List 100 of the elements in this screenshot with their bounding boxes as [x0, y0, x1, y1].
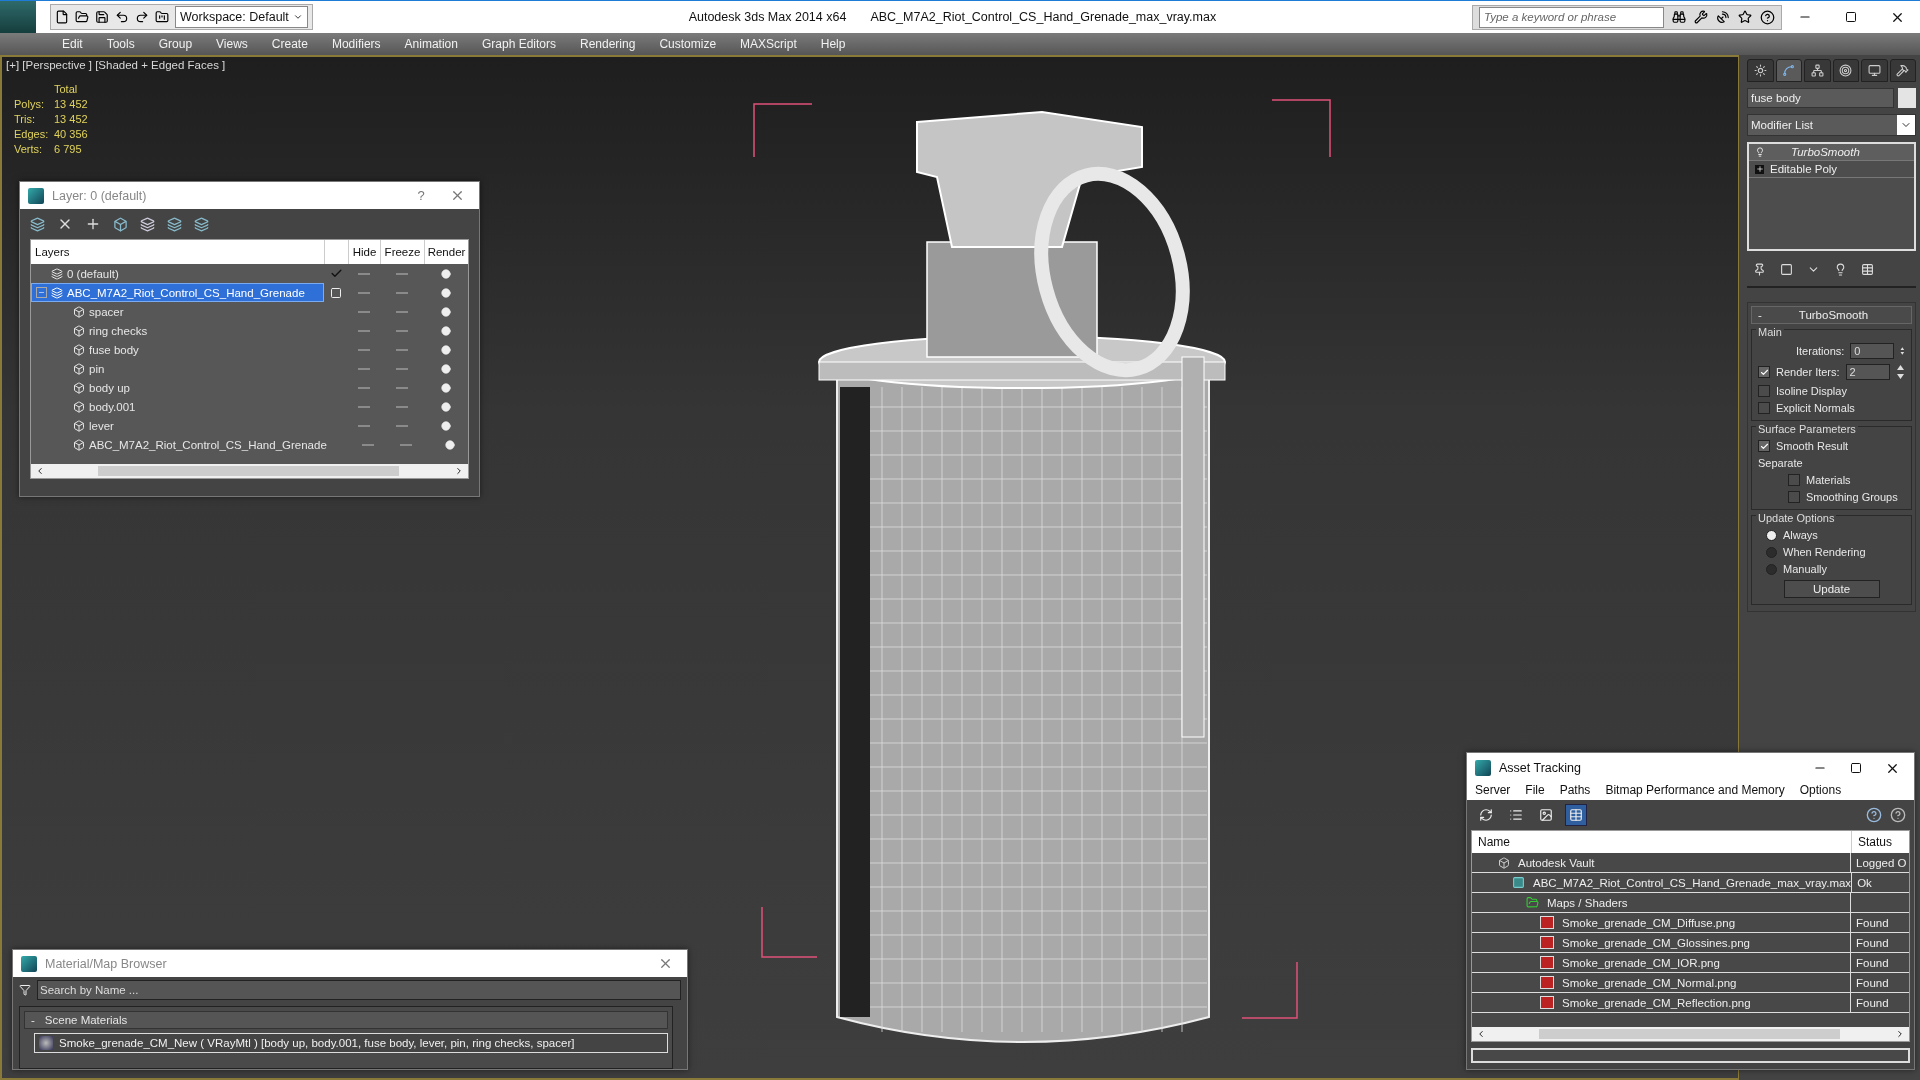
spinner-arrows-icon[interactable] — [1895, 364, 1905, 380]
menu-item[interactable]: Animation — [392, 37, 470, 51]
asset-name[interactable]: Smoke_grenade_CM_Normal.png — [1557, 976, 1737, 989]
menu-item[interactable]: Graph Editors — [469, 37, 568, 51]
freeze-toggle-icon[interactable] — [396, 367, 408, 370]
object-name-field[interactable]: fuse body — [1747, 88, 1894, 108]
menu-item[interactable]: Server — [1475, 783, 1511, 797]
layer-tree-item[interactable]: fuse body — [31, 340, 324, 359]
freeze-toggle-icon[interactable] — [396, 329, 408, 332]
layer-tree-item[interactable]: 0 (default) — [31, 264, 324, 283]
asset-name[interactable]: Smoke_grenade_CM_Diffuse.png — [1557, 916, 1736, 929]
asset-name[interactable]: Autodesk Vault — [1513, 856, 1595, 869]
layer-tree-item[interactable]: lever — [31, 416, 324, 435]
layer-tree-item[interactable]: spacer — [31, 302, 324, 321]
freeze-toggle-icon[interactable] — [396, 272, 408, 275]
freeze-toggle-icon[interactable] — [399, 443, 412, 446]
table-view-button[interactable] — [1565, 804, 1587, 826]
collapse-icon[interactable] — [36, 287, 47, 298]
help-button[interactable]: ? — [407, 184, 435, 207]
asset-name[interactable]: Maps / Shaders — [1542, 896, 1628, 909]
sun-icon — [1753, 64, 1767, 77]
menu-item[interactable]: Create — [259, 37, 320, 51]
rollout-header[interactable]: - TurboSmooth — [1751, 306, 1912, 324]
hide-toggle-icon[interactable] — [358, 386, 370, 389]
hide-toggle-icon[interactable] — [358, 291, 370, 294]
workspace-dropdown[interactable]: Workspace: Default — [175, 6, 308, 28]
menu-item[interactable]: MAXScript — [728, 37, 809, 51]
menu-item[interactable]: Views — [204, 37, 260, 51]
freeze-toggle-icon[interactable] — [396, 310, 408, 313]
material-item[interactable]: Smoke_grenade_CM_New ( VRayMtl ) [body up, body.001, fuse body, lever, pin, ring checks, spacer] — [34, 1033, 668, 1053]
search-field[interactable]: Type a keyword or phrase — [1479, 6, 1664, 28]
hide-toggle-icon[interactable] — [358, 310, 370, 313]
checkbox[interactable] — [1758, 385, 1770, 397]
asset-name[interactable]: Smoke_grenade_CM_IOR.png — [1557, 956, 1720, 969]
menu-item[interactable]: File — [1525, 783, 1545, 797]
layer-tree-item[interactable]: ring checks — [31, 321, 324, 340]
select-layer-icon — [140, 216, 155, 232]
column-header[interactable]: Hide — [348, 240, 380, 264]
menu-item[interactable]: Group — [146, 37, 205, 51]
column-header[interactable]: Render — [424, 240, 468, 264]
checkbox[interactable] — [1758, 440, 1770, 452]
checkbox[interactable] — [1788, 491, 1800, 503]
menu-item[interactable]: Edit — [50, 37, 95, 51]
app-logo[interactable] — [0, 0, 36, 34]
modifier-list-dropdown[interactable]: Modifier List — [1747, 114, 1916, 136]
horizontal-scrollbar[interactable] — [31, 464, 468, 478]
column-header[interactable]: Status — [1851, 831, 1909, 853]
radio-button[interactable] — [1766, 563, 1777, 575]
checkbox[interactable] — [1788, 474, 1800, 486]
update-button[interactable]: Update — [1783, 580, 1880, 598]
checkbox[interactable] — [1758, 402, 1770, 414]
hide-toggle-icon[interactable] — [358, 424, 370, 427]
modifier-stack-item[interactable]: TurboSmooth — [1749, 144, 1914, 161]
menu-item[interactable]: Rendering — [568, 37, 648, 51]
menu-item[interactable]: Options — [1799, 783, 1842, 797]
menu-item[interactable]: Customize — [647, 37, 729, 51]
column-header[interactable]: Freeze — [380, 240, 424, 264]
layer-tree-item[interactable]: ABC_M7A2_Riot_Control_CS_Hand_Grenade — [31, 283, 324, 302]
command-panel-tab[interactable] — [1889, 59, 1916, 82]
iterations-spinner[interactable]: 0 — [1850, 343, 1895, 359]
layer-tree-item[interactable]: body up — [31, 378, 324, 397]
freeze-toggle-icon[interactable] — [396, 424, 408, 427]
command-panel-tab[interactable] — [1804, 59, 1831, 82]
freeze-toggle-icon[interactable] — [396, 348, 408, 351]
hide-toggle-icon[interactable] — [361, 443, 374, 446]
command-panel-tab[interactable] — [1832, 59, 1859, 82]
modifier-stack-item[interactable]: Editable Poly — [1749, 161, 1914, 178]
hide-toggle-icon[interactable] — [358, 367, 370, 370]
hide-toggle-icon[interactable] — [358, 329, 370, 332]
render-iters-spinner[interactable]: 2 — [1845, 364, 1890, 380]
hide-toggle-icon[interactable] — [358, 348, 370, 351]
empty-square-icon[interactable] — [330, 286, 342, 299]
freeze-toggle-icon[interactable] — [396, 386, 408, 389]
menu-item[interactable]: Help — [808, 37, 858, 51]
command-panel-tab[interactable] — [1861, 59, 1888, 82]
command-panel-tab[interactable] — [1775, 59, 1802, 82]
column-header[interactable]: Layers — [31, 240, 324, 264]
freeze-toggle-icon[interactable] — [396, 405, 408, 408]
expand-icon[interactable] — [1755, 164, 1764, 174]
horizontal-scrollbar[interactable] — [1472, 1027, 1909, 1041]
command-panel-tab[interactable] — [1747, 59, 1774, 82]
viewport-label[interactable]: [+] [Perspective ] [Shaded + Edged Faces ] — [2, 57, 230, 73]
menu-item[interactable]: Paths — [1559, 783, 1591, 797]
radio-button[interactable] — [1766, 529, 1777, 541]
freeze-toggle-icon[interactable] — [396, 291, 408, 294]
hide-toggle-icon[interactable] — [358, 405, 370, 408]
menu-item[interactable]: Modifiers — [319, 37, 393, 51]
object-color-swatch[interactable] — [1898, 88, 1916, 108]
checkbox[interactable] — [1758, 366, 1770, 378]
search-field[interactable]: Search by Name ... — [37, 980, 681, 1000]
hide-toggle-icon[interactable] — [358, 272, 370, 275]
app-title: Autodesk 3ds Max 2014 x64 — [688, 10, 847, 24]
material-group-header[interactable]: - Scene Materials — [24, 1011, 668, 1029]
layer-tree-item[interactable]: ABC_M7A2_Riot_Control_CS_Hand_Grenade — [31, 435, 328, 454]
menu-item[interactable]: Tools — [94, 37, 147, 51]
stat-label: Polys: — [14, 98, 45, 110]
layer-tree-item[interactable]: pin — [31, 359, 324, 378]
layer-tree-item[interactable]: body.001 — [31, 397, 324, 416]
check-icon[interactable] — [329, 267, 343, 280]
radio-button[interactable] — [1766, 546, 1777, 558]
